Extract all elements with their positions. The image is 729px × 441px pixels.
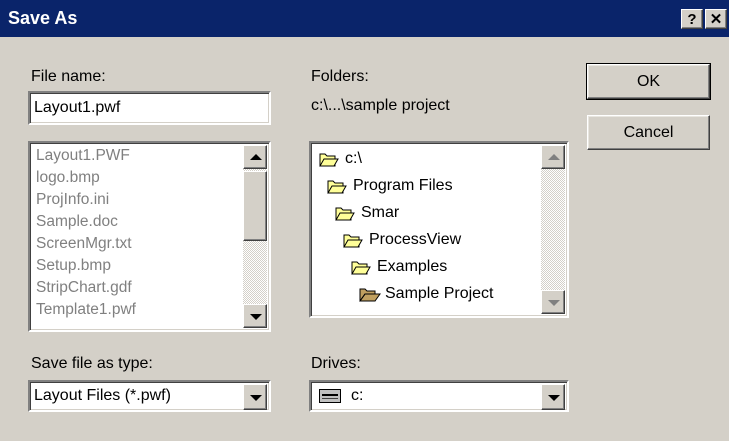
save-as-dialog: Save As ? ✕ File name: Layout1.pwf Layou… bbox=[0, 0, 729, 441]
folder-tree[interactable]: c:\ Program Files Smar ProcessView Examples S… bbox=[309, 141, 569, 318]
file-list-scrollbar[interactable] bbox=[243, 145, 267, 328]
file-list-item[interactable]: logo.bmp bbox=[36, 169, 100, 187]
open-folder-icon bbox=[343, 232, 363, 248]
window-title: Save As bbox=[8, 8, 78, 28]
close-button[interactable]: ✕ bbox=[705, 9, 727, 29]
folder-tree-item[interactable]: Examples bbox=[351, 255, 447, 279]
file-list-item[interactable]: Sample.doc bbox=[36, 213, 118, 231]
file-list-item[interactable]: Setup.bmp bbox=[36, 257, 111, 275]
open-folder-icon bbox=[327, 178, 347, 194]
folder-tree-label: Smar bbox=[361, 204, 400, 221]
drives-select[interactable]: c: bbox=[309, 380, 569, 412]
scroll-up-icon bbox=[250, 154, 262, 160]
scroll-down-icon bbox=[548, 300, 560, 306]
folder-tree-label: c:\ bbox=[345, 150, 362, 167]
file-name-input[interactable]: Layout1.pwf bbox=[28, 91, 271, 125]
folder-tree-item[interactable]: Program Files bbox=[327, 174, 453, 198]
folder-tree-scrollbar[interactable] bbox=[541, 145, 565, 314]
drive-icon bbox=[319, 389, 341, 403]
open-folder-icon bbox=[359, 286, 381, 302]
help-button[interactable]: ? bbox=[681, 9, 703, 29]
file-name-label: File name: bbox=[31, 68, 106, 85]
folder-scroll-up-button[interactable] bbox=[541, 145, 565, 169]
file-list-item[interactable]: ProjInfo.ini bbox=[36, 191, 109, 209]
file-list-item[interactable]: Template1.pwf bbox=[36, 301, 136, 319]
folder-tree-label: Examples bbox=[377, 258, 448, 275]
folder-tree-label: Program Files bbox=[353, 177, 453, 194]
drives-value: c: bbox=[351, 387, 364, 404]
file-scroll-up-button[interactable] bbox=[243, 145, 267, 169]
save-type-dropdown-button[interactable] bbox=[243, 384, 267, 410]
folder-tree-label: Sample Project bbox=[385, 285, 494, 302]
file-list[interactable]: Layout1.PWF logo.bmp ProjInfo.ini Sample.do… bbox=[28, 141, 271, 332]
folder-tree-item[interactable]: Sample Project bbox=[359, 282, 494, 306]
folder-tree-label: ProcessView bbox=[369, 231, 462, 248]
folders-label: Folders: bbox=[311, 68, 369, 85]
file-list-item[interactable]: ScreenMgr.txt bbox=[36, 235, 132, 253]
folder-tree-item[interactable]: ProcessView bbox=[343, 228, 461, 252]
file-list-item[interactable]: Layout1.PWF bbox=[36, 147, 130, 165]
open-folder-icon bbox=[335, 205, 355, 221]
scroll-down-icon bbox=[250, 314, 262, 320]
chevron-down-icon bbox=[250, 395, 262, 401]
drives-label: Drives: bbox=[311, 355, 361, 372]
folder-tree-item[interactable]: Smar bbox=[335, 201, 399, 225]
save-type-select[interactable]: Layout Files (*.pwf) bbox=[28, 380, 271, 412]
save-type-value: Layout Files (*.pwf) bbox=[34, 387, 171, 404]
open-folder-icon bbox=[351, 259, 371, 275]
folder-tree-item[interactable]: c:\ bbox=[319, 147, 362, 171]
file-scroll-down-button[interactable] bbox=[243, 304, 267, 328]
scroll-up-icon bbox=[548, 154, 560, 160]
drives-dropdown-button[interactable] bbox=[541, 384, 565, 410]
ok-button[interactable]: OK bbox=[586, 63, 711, 100]
open-folder-icon bbox=[319, 151, 339, 167]
save-type-label: Save file as type: bbox=[31, 355, 153, 372]
chevron-down-icon bbox=[548, 395, 560, 401]
title-bar[interactable]: Save As ? ✕ bbox=[0, 0, 729, 37]
file-list-item[interactable]: StripChart.gdf bbox=[36, 279, 132, 297]
file-name-value: Layout1.pwf bbox=[34, 99, 121, 116]
cancel-button[interactable]: Cancel bbox=[587, 115, 710, 150]
current-path: c:\...\sample project bbox=[311, 97, 450, 114]
folder-scroll-down-button[interactable] bbox=[541, 290, 565, 314]
file-scroll-thumb[interactable] bbox=[243, 171, 267, 241]
